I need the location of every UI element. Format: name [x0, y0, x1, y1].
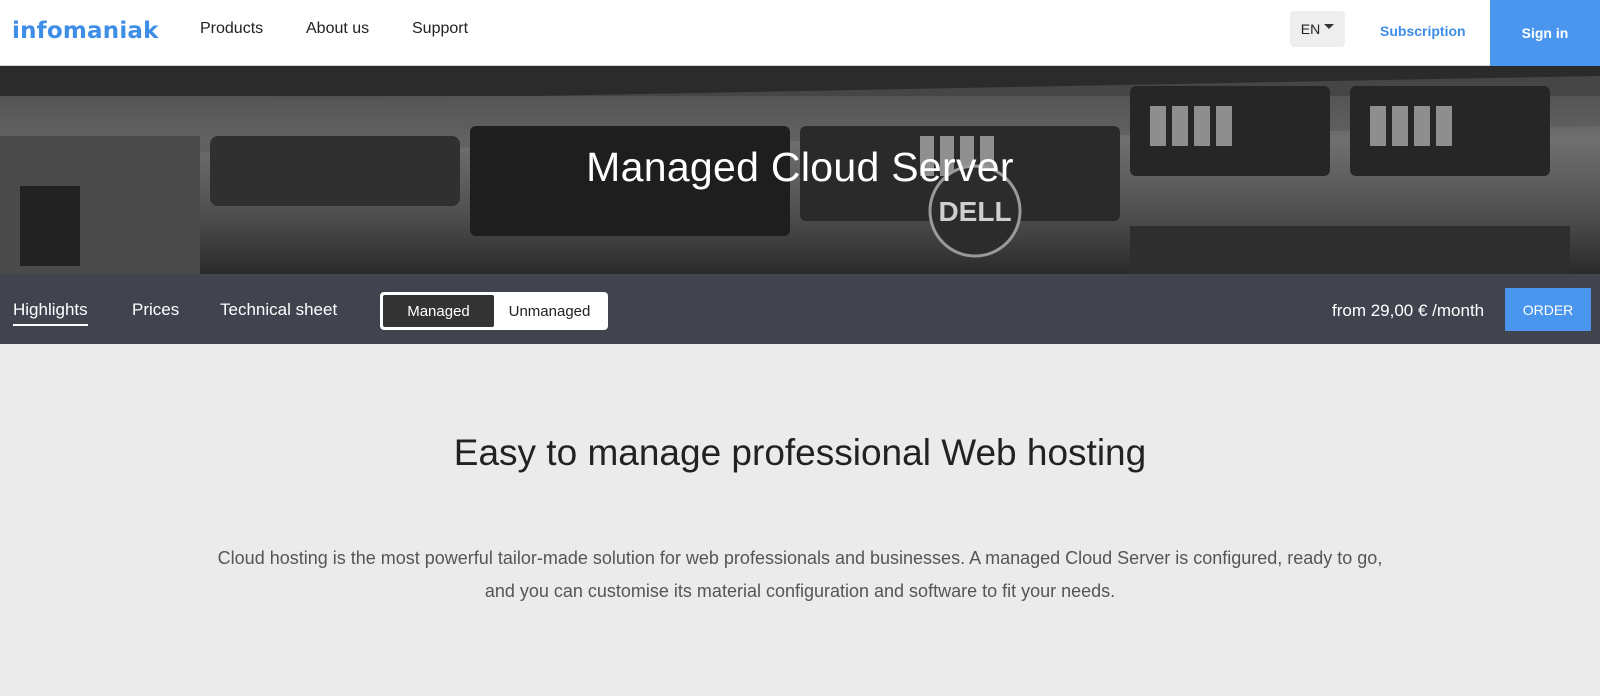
- top-navbar: infomaniak Products About us Support EN …: [0, 0, 1600, 66]
- section-description: Cloud hosting is the most powerful tailo…: [217, 548, 1383, 601]
- tab-prices[interactable]: Prices: [132, 300, 179, 320]
- language-selector[interactable]: EN: [1290, 11, 1345, 47]
- hero-banner: DELL Managed Cloud Server: [0, 66, 1600, 274]
- chevron-down-icon: [1324, 23, 1335, 29]
- subscription-link[interactable]: Subscription: [1380, 23, 1466, 39]
- price-label: from 29,00 € /month: [1332, 301, 1485, 320]
- order-button[interactable]: ORDER: [1505, 288, 1591, 331]
- page-title: Managed Cloud Server: [586, 144, 1014, 190]
- section-title: Easy to manage professional Web hosting: [453, 432, 1147, 473]
- nav-products[interactable]: Products: [200, 20, 263, 38]
- section-subnav: Highlights Prices Technical sheet Manage…: [0, 274, 1600, 344]
- language-label: EN: [1300, 21, 1321, 37]
- toggle-managed[interactable]: Managed: [383, 295, 494, 327]
- nav-support[interactable]: Support: [412, 20, 468, 38]
- nav-about-us[interactable]: About us: [306, 20, 369, 38]
- tab-highlights[interactable]: Highlights: [13, 300, 88, 326]
- managed-toggle: Managed Unmanaged: [380, 292, 608, 330]
- toggle-unmanaged[interactable]: Unmanaged: [494, 295, 605, 327]
- infomaniak-logo[interactable]: infomaniak: [12, 18, 159, 44]
- sign-in-button[interactable]: Sign in: [1490, 0, 1600, 66]
- tab-technical-sheet[interactable]: Technical sheet: [220, 300, 337, 320]
- dell-logo-text: DELL: [938, 196, 1011, 227]
